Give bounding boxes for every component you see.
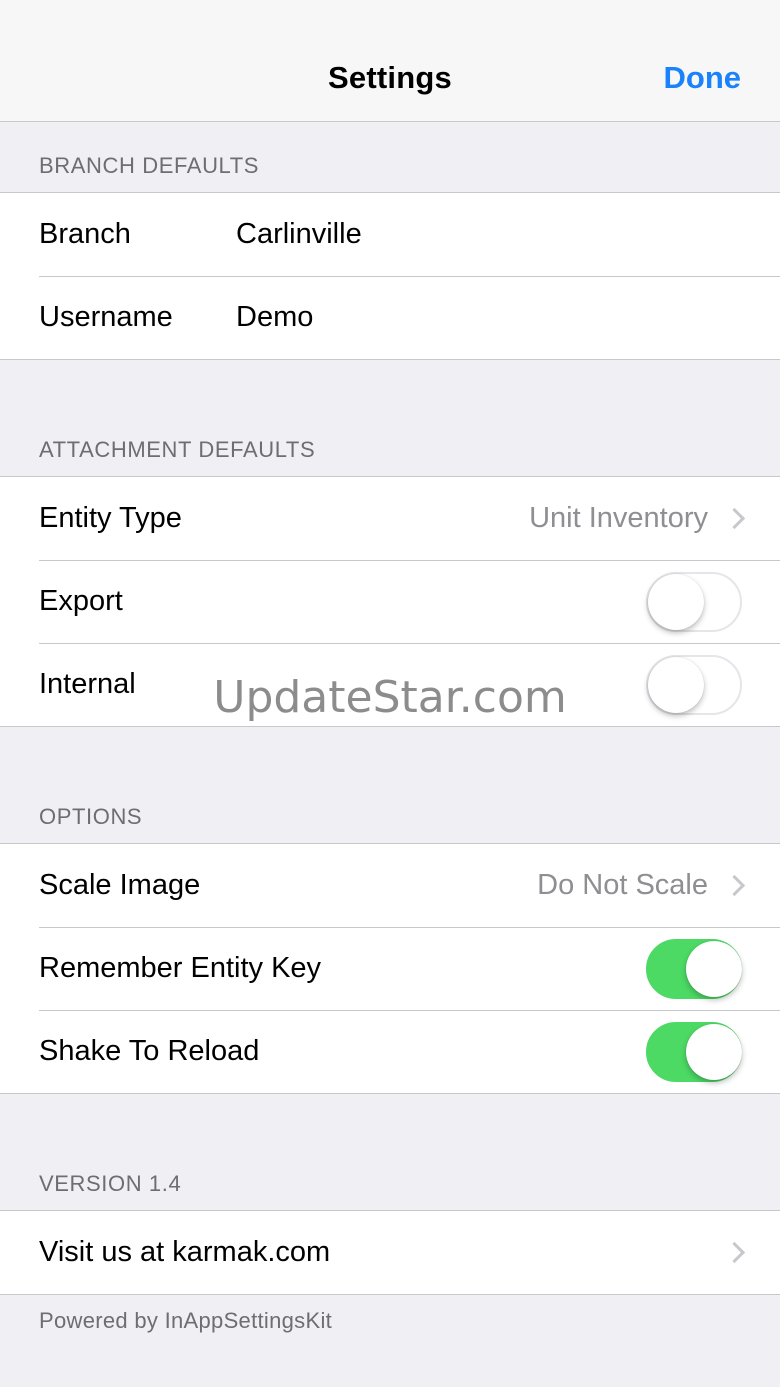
branch-field[interactable]: Carlinville xyxy=(236,218,362,251)
export-toggle[interactable] xyxy=(646,571,742,632)
toggle-knob xyxy=(686,940,742,997)
section-header-branch-defaults: BRANCH DEFAULTS xyxy=(39,153,260,178)
username-row[interactable]: Username Demo xyxy=(0,276,780,359)
scale-image-row[interactable]: Scale Image Do Not Scale xyxy=(0,844,780,927)
shake-to-reload-row: Shake To Reload xyxy=(0,1010,780,1093)
entity-type-label: Entity Type xyxy=(39,502,182,534)
shake-to-reload-toggle[interactable] xyxy=(646,1021,742,1082)
done-button[interactable]: Done xyxy=(664,60,742,96)
remember-entity-key-row: Remember Entity Key xyxy=(0,927,780,1010)
chevron-right-icon xyxy=(723,1241,746,1263)
visit-website-label: Visit us at karmak.com xyxy=(39,1236,331,1268)
branch-row[interactable]: Branch Carlinville xyxy=(0,193,780,276)
watermark: UpdateStar.com xyxy=(213,672,567,723)
remember-entity-key-label: Remember Entity Key xyxy=(39,952,322,984)
export-label: Export xyxy=(39,585,123,617)
group-version: Visit us at karmak.com xyxy=(0,1210,780,1295)
scale-image-value: Do Not Scale xyxy=(537,869,708,901)
export-row: Export xyxy=(0,560,780,643)
group-branch-defaults: Branch Carlinville Username Demo xyxy=(0,192,780,360)
section-header-version: VERSION 1.4 xyxy=(39,1171,182,1196)
entity-type-row[interactable]: Entity Type Unit Inventory xyxy=(0,477,780,560)
toggle-knob xyxy=(648,573,704,630)
section-header-options: OPTIONS xyxy=(39,804,143,829)
chevron-right-icon xyxy=(723,507,746,529)
navigation-bar: Settings Done xyxy=(0,0,780,122)
username-field[interactable]: Demo xyxy=(236,301,313,334)
group-options: Scale Image Do Not Scale Remember Entity… xyxy=(0,843,780,1094)
footer-powered-by: Powered by InAppSettingsKit xyxy=(39,1308,333,1333)
visit-website-row[interactable]: Visit us at karmak.com xyxy=(0,1211,780,1294)
entity-type-value: Unit Inventory xyxy=(529,502,708,534)
username-label: Username xyxy=(39,301,173,333)
toggle-knob xyxy=(686,1023,742,1080)
shake-to-reload-label: Shake To Reload xyxy=(39,1035,260,1067)
branch-label: Branch xyxy=(39,218,131,250)
scale-image-label: Scale Image xyxy=(39,869,201,901)
chevron-right-icon xyxy=(723,874,746,896)
section-header-attachment-defaults: ATTACHMENT DEFAULTS xyxy=(39,437,316,462)
remember-entity-key-toggle[interactable] xyxy=(646,938,742,999)
